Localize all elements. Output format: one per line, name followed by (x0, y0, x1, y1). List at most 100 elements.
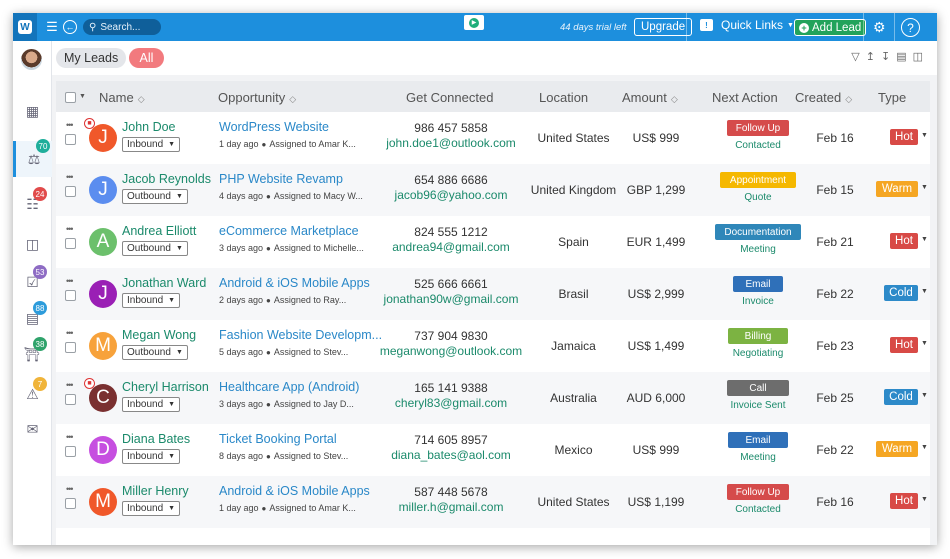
opportunity-link[interactable]: Fashion Website Developm... (219, 328, 382, 342)
lead-type-badge[interactable]: Hot (890, 129, 918, 145)
table-row[interactable]: ••• D Diana Bates Inbound ▼ Ticket Booking Po… (56, 424, 930, 476)
next-action-badge[interactable]: Email (733, 276, 783, 292)
lead-name-link[interactable]: Cheryl Harrison (122, 380, 209, 394)
opportunity-link[interactable]: Android & iOS Mobile Apps (219, 484, 370, 498)
lead-type-badge[interactable]: Warm (876, 181, 918, 197)
row-menu-icon[interactable]: ••• (66, 172, 74, 182)
row-menu-icon[interactable]: ••• (66, 120, 74, 130)
sidebar-item-mail[interactable]: ✉ (13, 414, 52, 444)
opportunity-link[interactable]: Android & iOS Mobile Apps (219, 276, 370, 290)
upgrade-button[interactable]: Upgrade (634, 18, 693, 36)
next-action-badge[interactable]: Follow Up (727, 120, 789, 136)
select-menu-caret-icon[interactable]: ▼ (79, 93, 86, 100)
lead-name-link[interactable]: Andrea Elliott (122, 224, 196, 238)
email-link[interactable]: meganwong@outlook.com (376, 344, 526, 358)
favorite-icon[interactable]: ■ (84, 118, 95, 129)
lead-type-badge[interactable]: Hot (890, 493, 918, 509)
row-checkbox[interactable] (65, 238, 76, 249)
column-header-name[interactable]: Name ◇ (99, 90, 145, 105)
video-tutorial-button[interactable]: ▶ (464, 15, 484, 30)
row-checkbox[interactable] (65, 394, 76, 405)
email-link[interactable]: diana_bates@aol.com (376, 448, 526, 462)
phone-number[interactable]: 824 555 1212 (376, 225, 526, 239)
lead-source-select[interactable]: Inbound ▼ (122, 397, 181, 412)
lead-source-select[interactable]: Inbound ▼ (122, 449, 181, 464)
sidebar-item-pipeline[interactable]: ◫ (13, 229, 52, 259)
sidebar-item-contacts[interactable]: ☷ 24 (13, 187, 52, 219)
lead-source-select[interactable]: Outbound ▼ (122, 189, 188, 204)
row-menu-icon[interactable]: ••• (66, 380, 74, 390)
help-button[interactable]: ? (901, 18, 920, 37)
opportunity-link[interactable]: PHP Website Revamp (219, 172, 343, 186)
sidebar-item-bank[interactable]: ⛩ 38 (13, 337, 52, 369)
filter-icon[interactable]: ▽ (851, 50, 859, 63)
phone-number[interactable]: 654 886 6686 (376, 173, 526, 187)
opportunity-link[interactable]: WordPress Website (219, 120, 329, 134)
row-menu-icon[interactable]: ••• (66, 484, 74, 494)
next-action-badge[interactable]: Email (728, 432, 788, 448)
columns-icon[interactable]: ◫ (913, 50, 923, 63)
opportunity-link[interactable]: eCommerce Marketplace (219, 224, 359, 238)
table-row[interactable]: ••• M Megan Wong Outbound ▼ Fashion Website D… (56, 320, 930, 372)
phone-number[interactable]: 737 904 9830 (376, 329, 526, 343)
sidebar-item-leads[interactable]: ⚖ 70 (13, 139, 52, 177)
email-link[interactable]: andrea94@gmail.com (376, 240, 526, 254)
email-link[interactable]: john.doe1@outlook.com (376, 136, 526, 150)
my-leads-filter[interactable]: My Leads (56, 48, 127, 68)
lead-name-link[interactable]: Megan Wong (122, 328, 196, 342)
caret-down-icon[interactable]: ▼ (921, 288, 928, 295)
phone-number[interactable]: 714 605 8957 (376, 433, 526, 447)
email-link[interactable]: miller.h@gmail.com (376, 500, 526, 514)
next-action-badge[interactable]: Documentation (715, 224, 801, 240)
next-action-badge[interactable]: Call (727, 380, 789, 396)
next-action-badge[interactable]: Billing (728, 328, 788, 344)
sidebar-item-alerts[interactable]: ⚠ 7 (13, 377, 52, 409)
lead-name-link[interactable]: Jonathan Ward (122, 276, 206, 290)
lead-type-badge[interactable]: Hot (890, 233, 918, 249)
table-row[interactable]: ••• ■ C Cheryl Harrison Inbound ▼ Healthcare A… (56, 372, 930, 424)
caret-down-icon[interactable]: ▼ (921, 444, 928, 451)
sidebar-item-tasks[interactable]: ☑ 53 (13, 265, 52, 297)
row-checkbox[interactable] (65, 134, 76, 145)
table-row[interactable]: ••• ■ J John Doe Inbound ▼ WordPress Website 1 … (56, 112, 930, 164)
hamburger-menu-icon[interactable]: ☰ (43, 18, 61, 36)
row-menu-icon[interactable]: ••• (66, 224, 74, 234)
phone-number[interactable]: 165 141 9388 (376, 381, 526, 395)
app-logo[interactable]: W (13, 13, 37, 41)
phone-number[interactable]: 986 457 5858 (376, 121, 526, 135)
lead-name-link[interactable]: John Doe (122, 120, 176, 134)
quick-links-dropdown[interactable]: ! Quick Links ▼ (700, 18, 794, 32)
caret-down-icon[interactable]: ▼ (921, 236, 928, 243)
lead-type-badge[interactable]: Warm (876, 441, 918, 457)
phone-number[interactable]: 587 448 5678 (376, 485, 526, 499)
all-filter[interactable]: All (129, 48, 164, 68)
table-row[interactable]: ••• J Jacob Reynolds Outbound ▼ PHP Website R… (56, 164, 930, 216)
sidebar-item-calendar[interactable]: ▤ 88 (13, 301, 52, 333)
caret-down-icon[interactable]: ▼ (921, 496, 928, 503)
opportunity-link[interactable]: Ticket Booking Portal (219, 432, 337, 446)
lead-source-select[interactable]: Inbound ▼ (122, 137, 181, 152)
lead-name-link[interactable]: Jacob Reynolds (122, 172, 211, 186)
favorite-icon[interactable]: ■ (84, 378, 95, 389)
row-checkbox[interactable] (65, 342, 76, 353)
back-arrow-icon[interactable]: ← (63, 20, 77, 34)
row-menu-icon[interactable]: ••• (66, 328, 74, 338)
lead-source-select[interactable]: Outbound ▼ (122, 241, 188, 256)
upload-icon[interactable]: ↥ (866, 50, 875, 63)
row-checkbox[interactable] (65, 186, 76, 197)
next-action-badge[interactable]: Follow Up (727, 484, 789, 500)
caret-down-icon[interactable]: ▼ (921, 340, 928, 347)
sidebar-item-dashboard[interactable]: ▦ (13, 96, 52, 126)
lead-source-select[interactable]: Inbound ▼ (122, 501, 181, 516)
email-link[interactable]: jacob96@yahoo.com (376, 188, 526, 202)
lead-name-link[interactable]: Miller Henry (122, 484, 189, 498)
row-checkbox[interactable] (65, 498, 76, 509)
caret-down-icon[interactable]: ▼ (921, 392, 928, 399)
row-checkbox[interactable] (65, 446, 76, 457)
lead-source-select[interactable]: Inbound ▼ (122, 293, 181, 308)
row-menu-icon[interactable]: ••• (66, 276, 74, 286)
lead-type-badge[interactable]: Cold (884, 389, 918, 405)
table-row[interactable]: ••• M Miller Henry Inbound ▼ Android & iOS Mo… (56, 476, 930, 528)
column-header-amount[interactable]: Amount ◇ (622, 90, 678, 105)
opportunity-link[interactable]: Healthcare App (Android) (219, 380, 359, 394)
